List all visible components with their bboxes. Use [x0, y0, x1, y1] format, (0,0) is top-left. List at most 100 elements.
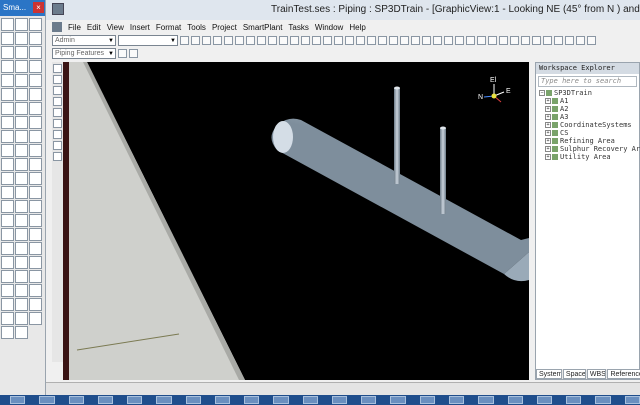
expand-toggle-icon[interactable]: + [545, 98, 551, 104]
palette-tool-icon[interactable] [29, 74, 42, 87]
palette-tool-icon[interactable] [29, 284, 42, 297]
palette-tool-icon[interactable] [15, 158, 28, 171]
view-tool-icon[interactable] [53, 75, 62, 84]
palette-tool-icon[interactable] [1, 214, 14, 227]
taskbar-app-icon[interactable] [68, 396, 84, 404]
palette-tool-icon[interactable] [15, 298, 28, 311]
tree-item[interactable]: + A2 [536, 105, 639, 113]
palette-tool-icon[interactable] [15, 74, 28, 87]
toolbar-button-icon[interactable] [565, 36, 574, 45]
toolbar-button-icon[interactable] [466, 36, 475, 45]
expand-toggle-icon[interactable]: + [545, 122, 551, 128]
toolbar-button-icon[interactable] [521, 36, 530, 45]
palette-tool-icon[interactable] [1, 242, 14, 255]
palette-tool-icon[interactable] [29, 298, 42, 311]
tree-item[interactable]: + Refining Area [536, 137, 639, 145]
menu-window[interactable]: Window [315, 23, 343, 32]
toolbar-button-icon[interactable] [367, 36, 376, 45]
palette-tool-icon[interactable] [29, 88, 42, 101]
taskbar-app-icon[interactable] [331, 396, 348, 404]
toolbar-button-icon[interactable] [587, 36, 596, 45]
explorer-search-input[interactable]: Type here to search [538, 76, 637, 87]
palette-tool-icon[interactable] [29, 200, 42, 213]
palette-tool-icon[interactable] [1, 228, 14, 241]
toolbar-button-icon[interactable] [356, 36, 365, 45]
expand-toggle-icon[interactable]: − [539, 90, 545, 96]
palette-tool-icon[interactable] [15, 186, 28, 199]
menu-help[interactable]: Help [349, 23, 365, 32]
palette-tool-icon[interactable] [15, 130, 28, 143]
toolbar-button-icon[interactable] [433, 36, 442, 45]
taskbar-app-icon[interactable] [97, 396, 114, 404]
palette-tool-icon[interactable] [15, 32, 28, 45]
palette-tool-icon[interactable] [1, 186, 14, 199]
taskbar-app-icon[interactable] [10, 396, 26, 404]
palette-tool-icon[interactable] [15, 284, 28, 297]
palette-tool-icon[interactable] [15, 102, 28, 115]
menu-smartplant[interactable]: SmartPlant [243, 23, 283, 32]
filter-settings-icon[interactable] [118, 48, 127, 58]
view-tool-icon[interactable] [53, 86, 62, 95]
view-tool-icon[interactable] [53, 97, 62, 106]
palette-tool-icon[interactable] [1, 200, 14, 213]
palette-tool-icon[interactable] [1, 256, 14, 269]
palette-tool-icon[interactable] [15, 172, 28, 185]
palette-tool-icon[interactable] [29, 32, 42, 45]
palette-tool-icon[interactable] [15, 326, 28, 339]
palette-tool-icon[interactable] [15, 256, 28, 269]
expand-toggle-icon[interactable]: + [545, 154, 551, 160]
palette-tool-icon[interactable] [15, 88, 28, 101]
taskbar-app-icon[interactable] [39, 396, 55, 404]
toolbar-button-icon[interactable] [455, 36, 464, 45]
palette-tool-icon[interactable] [29, 172, 42, 185]
palette-tool-icon[interactable] [1, 172, 14, 185]
taskbar-app-icon[interactable] [536, 396, 553, 404]
tree-item[interactable]: + Sulphur Recovery Ar [536, 145, 640, 153]
taskbar-app-icon[interactable] [361, 396, 377, 404]
toolbar-button-icon[interactable] [290, 36, 299, 45]
toolbar-button-icon[interactable] [268, 36, 277, 45]
toolbar-button-icon[interactable] [576, 36, 585, 45]
taskbar-app-icon[interactable] [127, 396, 143, 404]
toolbar-button-icon[interactable] [411, 36, 420, 45]
palette-title[interactable]: Sma... × [0, 0, 45, 16]
tab-system[interactable]: System [536, 369, 562, 379]
toolbar-button-icon[interactable] [224, 36, 233, 45]
menu-file[interactable]: File [68, 23, 81, 32]
palette-tool-icon[interactable] [15, 116, 28, 129]
palette-tool-icon[interactable] [1, 18, 14, 31]
taskbar-app-icon[interactable] [595, 396, 611, 404]
tree-item[interactable]: + CS [536, 129, 639, 137]
toolbar-button-icon[interactable] [477, 36, 486, 45]
view-tool-icon[interactable] [53, 152, 62, 161]
taskbar-app-icon[interactable] [214, 396, 231, 404]
palette-tool-icon[interactable] [29, 130, 42, 143]
palette-tool-icon[interactable] [29, 256, 42, 269]
palette-tool-icon[interactable] [29, 242, 42, 255]
toolbar-button-icon[interactable] [422, 36, 431, 45]
palette-close-button[interactable]: × [33, 2, 44, 13]
taskbar-app-icon[interactable] [302, 396, 318, 404]
tree-item[interactable]: + CoordinateSystems [536, 121, 639, 129]
toolbar-button-icon[interactable] [510, 36, 519, 45]
locate-filter-select[interactable]: Piping Features ▼ [52, 47, 116, 59]
palette-tool-icon[interactable] [1, 46, 14, 59]
palette-tool-icon[interactable] [1, 326, 14, 339]
toolbar-button-icon[interactable] [213, 36, 222, 45]
toolbar-button-icon[interactable] [312, 36, 321, 45]
palette-tool-icon[interactable] [29, 18, 42, 31]
expand-toggle-icon[interactable]: + [545, 146, 551, 152]
palette-tool-icon[interactable] [1, 32, 14, 45]
menu-view[interactable]: View [107, 23, 124, 32]
palette-tool-icon[interactable] [1, 116, 14, 129]
palette-tool-icon[interactable] [1, 60, 14, 73]
taskbar-app-icon[interactable] [478, 396, 494, 404]
palette-tool-icon[interactable] [1, 284, 14, 297]
taskbar-app-icon[interactable] [273, 396, 289, 404]
tree-item[interactable]: + A1 [536, 97, 639, 105]
toolbar-button-icon[interactable] [180, 36, 189, 45]
toolbar-button-icon[interactable] [543, 36, 552, 45]
tree-item[interactable]: − SP3DTrain [536, 89, 639, 97]
palette-tool-icon[interactable] [15, 144, 28, 157]
palette-tool-icon[interactable] [29, 312, 42, 325]
